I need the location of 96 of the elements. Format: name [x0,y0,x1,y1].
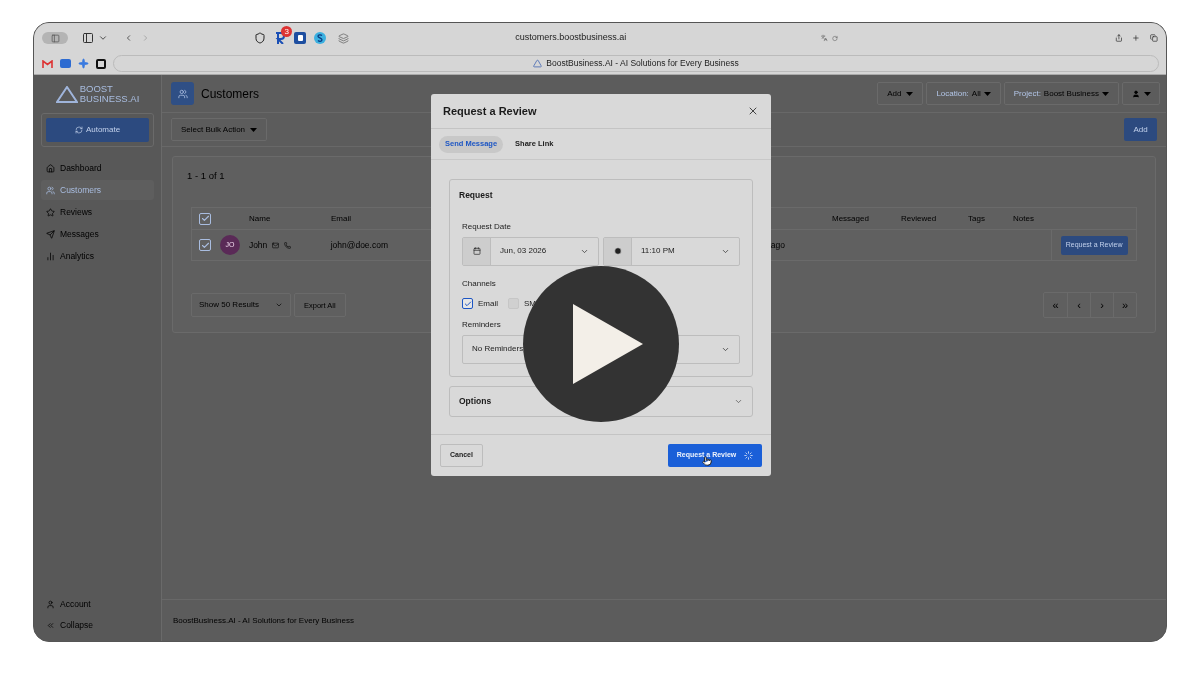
section-title: Request [459,189,494,202]
reload-icon[interactable] [831,33,838,43]
footer-text: BoostBusiness.AI - AI Solutions for Every Business [173,614,354,627]
page-size-select[interactable]: Show 50 Results [191,293,291,318]
column-header: Reviewed [901,213,937,223]
pager-button[interactable]: » [1113,293,1136,318]
caret-icon [250,127,258,132]
sidebar-item[interactable]: Reviews [41,202,154,222]
logo-text: BUSINESS.AI [79,94,140,104]
date-picker[interactable]: Jun, 03 2026 [462,236,599,266]
sidebar-item[interactable]: Customers [41,180,154,200]
customers-icon [171,82,194,105]
column-header: Tags [968,213,985,223]
folder-favicon[interactable] [60,59,71,68]
field-label: Channels [462,277,497,290]
notification-badge: 3 [281,25,293,37]
chevron-icon[interactable] [98,33,108,43]
column-header: Name [249,213,271,223]
mail-favicon[interactable] [41,57,53,70]
bulk-action-dropdown[interactable]: Select Bulk Action [171,118,268,141]
share-icon[interactable] [1114,32,1123,44]
send-icon [46,229,55,239]
shield-icon[interactable] [254,32,267,44]
address-bar[interactable]: customers.boostbusiness.ai [515,31,627,45]
caret-icon [1102,91,1109,96]
checkbox[interactable] [199,239,211,252]
sidebar-item[interactable]: Messages [41,224,154,244]
add-dropdown[interactable]: Add [877,82,924,105]
users-icon [46,185,55,195]
play-icon [573,304,643,384]
refresh-icon [74,126,83,134]
sidebar-item[interactable]: Collapse [41,617,154,633]
field-label: Reminders [462,318,502,331]
time-value: 11:10 PM [641,245,675,258]
table-cell: john@doe.com [330,239,389,250]
pager-button[interactable]: ‹ [1067,293,1090,318]
location-label: Location: [936,87,969,100]
phone-icon [284,241,292,249]
dialog-title: Request a Review [443,103,537,119]
column-header: Email [331,213,351,223]
time-picker[interactable]: 11:10 PM [603,236,740,266]
sidebar-toggle-icon[interactable] [82,32,94,44]
square-favicon[interactable] [96,58,106,69]
logo-icon [55,85,78,103]
pager-button[interactable]: « [1044,293,1067,318]
add-button[interactable]: Add [1124,118,1157,141]
column-header: Notes [1013,213,1034,223]
new-tab-icon[interactable] [1132,32,1141,44]
customer-name: John [248,238,268,252]
project-value: Boost Business [1043,87,1099,100]
checkbox[interactable] [199,212,211,225]
user-icon [1131,89,1140,98]
translate-icon[interactable] [821,33,828,43]
collapse-icon [46,620,55,630]
checkbox-label: Email [478,297,498,310]
column-header: Messaged [832,213,869,223]
automate-button[interactable]: Automate [46,118,149,142]
s-extension-icon[interactable] [314,32,327,44]
user-dropdown[interactable] [1122,82,1160,105]
project-label: Project: [1013,87,1041,100]
calendar-icon [472,247,481,256]
checkbox[interactable] [462,298,473,310]
tabs-icon[interactable] [1150,32,1158,44]
chart-icon [46,251,55,261]
field-label: Request Date [462,220,512,233]
logo-icon [533,59,543,68]
mail-icon [272,241,280,249]
page-title: Customers [201,85,259,103]
user-icon [46,599,55,609]
result-range: 1 - 1 of 1 [187,169,225,183]
select-value: No Reminders [472,343,524,356]
star-icon [46,207,55,217]
r-extension-icon[interactable] [274,31,287,45]
close-icon[interactable] [747,105,759,117]
checkbox-label: SM [524,297,536,310]
pager-button[interactable]: › [1090,293,1113,318]
location-dropdown[interactable]: Location: All [926,82,1001,105]
table-cell: ago [770,239,785,250]
date-value: Jun, 03 2026 [500,245,547,258]
logo-text: BOOST [79,84,114,94]
sidebar-icon [50,33,60,43]
lock-extension-icon[interactable] [294,32,307,44]
sidebar-item[interactable]: Dashboard [41,158,154,178]
sidebar-item[interactable]: Account [41,596,154,612]
tab-title: BoostBusiness.AI - AI Solutions for Every Business [546,57,739,70]
sidebar-pill[interactable] [42,32,68,44]
project-dropdown[interactable]: Project: Boost Business [1003,82,1119,105]
home-icon [46,163,55,173]
chevron-icon [734,397,743,406]
caret-icon [1143,91,1151,96]
location-value: All [971,87,981,100]
sidebar-item[interactable]: Analytics [41,246,154,266]
stack-icon[interactable] [338,32,350,44]
sparkle-favicon[interactable] [78,58,89,69]
caret-icon [983,91,991,96]
caret-icon [906,91,914,96]
